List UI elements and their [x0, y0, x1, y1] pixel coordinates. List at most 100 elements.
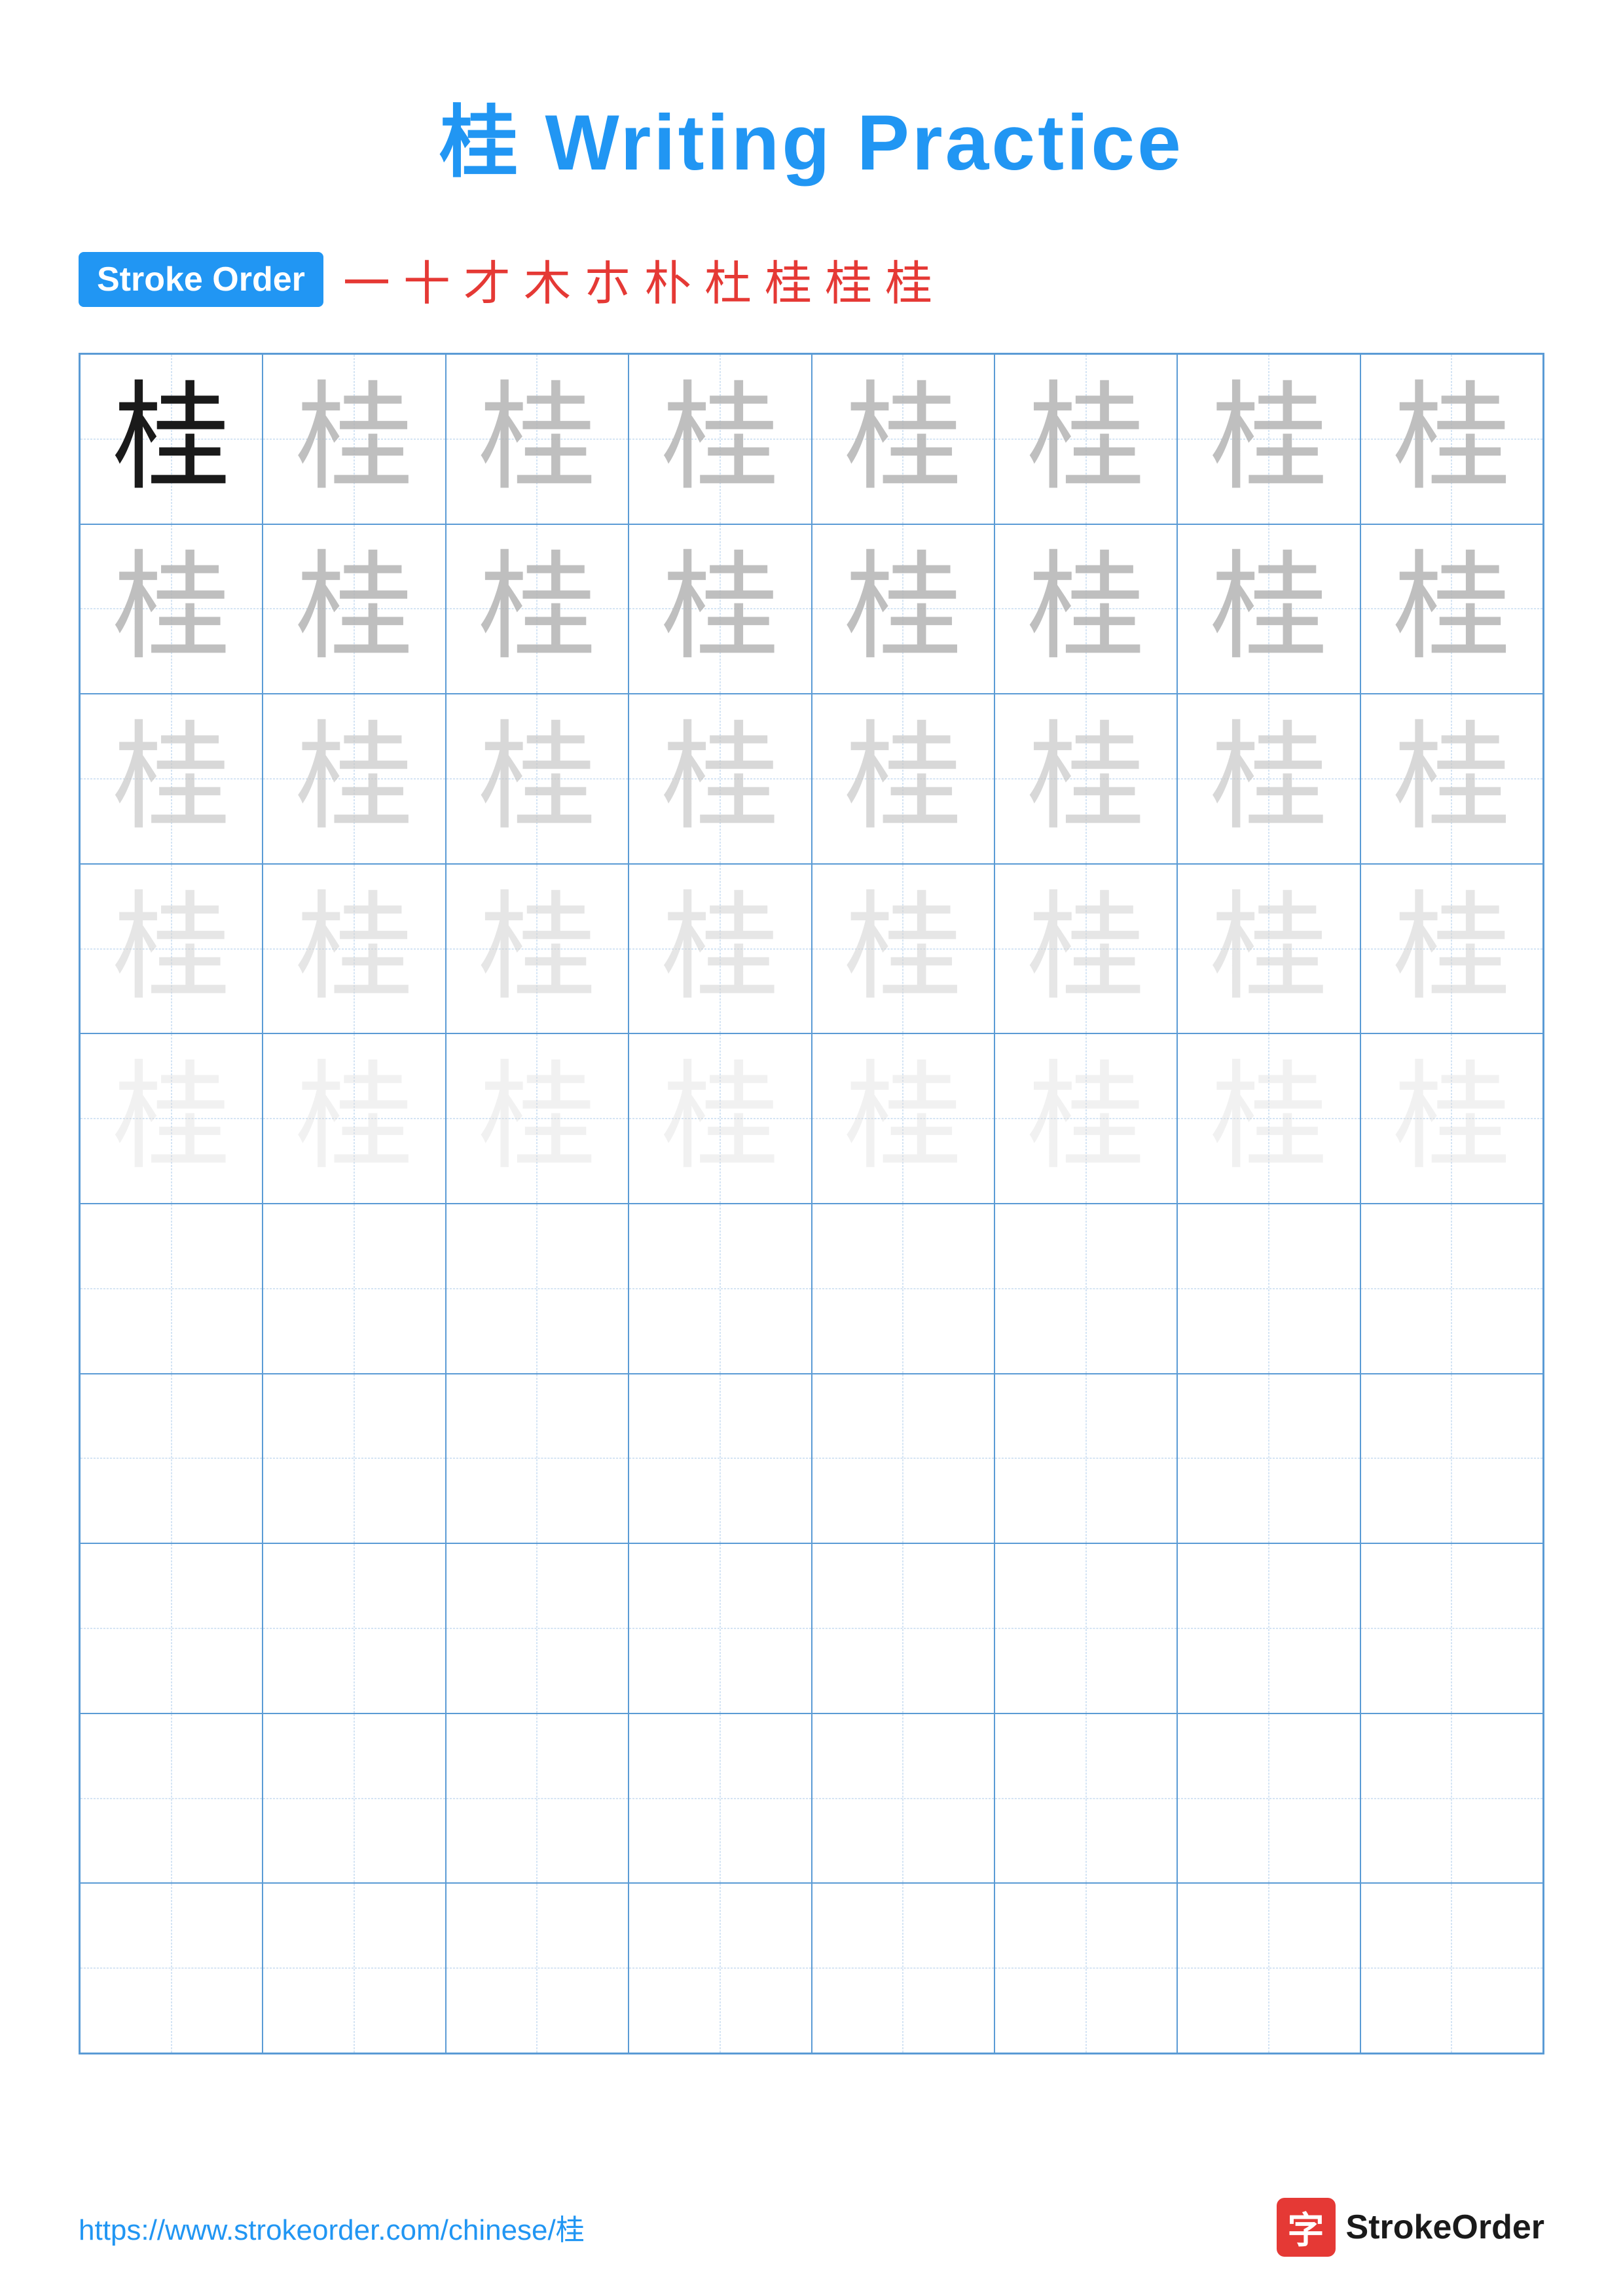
grid-cell-r6c7[interactable] — [1177, 1204, 1360, 1374]
char-display: 桂 — [661, 720, 779, 838]
grid-cell-r7c8[interactable] — [1360, 1374, 1543, 1544]
char-display: 桂 — [1027, 550, 1145, 668]
grid-cell-r7c6[interactable] — [994, 1374, 1177, 1544]
footer-logo-icon: 字 — [1277, 2198, 1336, 2257]
grid-cell-r9c5[interactable] — [812, 1713, 994, 1884]
grid-cell-r6c3[interactable] — [446, 1204, 629, 1374]
stroke-order-row: Stroke Order 一 十 才 木 朩 朴 杜 桂 桂 桂 — [79, 245, 1544, 314]
stroke-4: 木 — [524, 245, 571, 314]
grid-cell-r8c3[interactable] — [446, 1543, 629, 1713]
grid-cell-r4c7: 桂 — [1177, 864, 1360, 1034]
char-display: 桂 — [844, 380, 962, 498]
footer-url[interactable]: https://www.strokeorder.com/chinese/桂 — [79, 2206, 585, 2248]
char-display: 桂 — [1393, 1060, 1510, 1177]
grid-cell-r9c4[interactable] — [629, 1713, 811, 1884]
grid-cell-r1c8: 桂 — [1360, 354, 1543, 524]
grid-cell-r5c1: 桂 — [80, 1033, 263, 1204]
grid-cell-r6c1[interactable] — [80, 1204, 263, 1374]
grid-cell-r7c7[interactable] — [1177, 1374, 1360, 1544]
grid-cell-r7c1[interactable] — [80, 1374, 263, 1544]
grid-cell-r7c4[interactable] — [629, 1374, 811, 1544]
stroke-5: 朩 — [584, 245, 631, 314]
char-display: 桂 — [1027, 1060, 1145, 1177]
grid-cell-r3c8: 桂 — [1360, 694, 1543, 864]
char-display: 桂 — [1027, 720, 1145, 838]
grid-cell-r8c7[interactable] — [1177, 1543, 1360, 1713]
footer-logo: 字 StrokeOrder — [1277, 2198, 1544, 2257]
char-display: 桂 — [113, 890, 230, 1008]
grid-cell-r10c7[interactable] — [1177, 1883, 1360, 2053]
grid-cell-r8c1[interactable] — [80, 1543, 263, 1713]
stroke-sequence: 一 十 才 木 朩 朴 杜 桂 桂 桂 — [343, 245, 932, 314]
char-display: 桂 — [478, 380, 596, 498]
grid-cell-r5c5: 桂 — [812, 1033, 994, 1204]
char-display: 桂 — [844, 550, 962, 668]
stroke-1: 一 — [343, 245, 390, 314]
char-display: 桂 — [295, 890, 413, 1008]
grid-cell-r8c8[interactable] — [1360, 1543, 1543, 1713]
grid-cell-r1c3: 桂 — [446, 354, 629, 524]
grid-cell-r5c4: 桂 — [629, 1033, 811, 1204]
grid-cell-r4c8: 桂 — [1360, 864, 1543, 1034]
char-display: 桂 — [1027, 380, 1145, 498]
grid-cell-r10c2[interactable] — [263, 1883, 445, 2053]
grid-cell-r6c5[interactable] — [812, 1204, 994, 1374]
grid-cell-r6c6[interactable] — [994, 1204, 1177, 1374]
grid-cell-r2c1: 桂 — [80, 524, 263, 694]
grid-cell-r3c5: 桂 — [812, 694, 994, 864]
grid-cell-r10c8[interactable] — [1360, 1883, 1543, 2053]
grid-cell-r2c4: 桂 — [629, 524, 811, 694]
grid-cell-r1c6: 桂 — [994, 354, 1177, 524]
grid-cell-r1c2: 桂 — [263, 354, 445, 524]
stroke-7: 杜 — [704, 245, 752, 314]
grid-cell-r4c3: 桂 — [446, 864, 629, 1034]
grid-cell-r7c3[interactable] — [446, 1374, 629, 1544]
char-display: 桂 — [1393, 550, 1510, 668]
grid-cell-r10c6[interactable] — [994, 1883, 1177, 2053]
char-display: 桂 — [478, 550, 596, 668]
footer: https://www.strokeorder.com/chinese/桂 字 … — [79, 2198, 1544, 2257]
grid-cell-r3c1: 桂 — [80, 694, 263, 864]
grid-cell-r10c5[interactable] — [812, 1883, 994, 2053]
grid-cell-r6c2[interactable] — [263, 1204, 445, 1374]
char-display: 桂 — [661, 890, 779, 1008]
char-display: 桂 — [113, 380, 230, 498]
char-display: 桂 — [113, 1060, 230, 1177]
grid-cell-r2c6: 桂 — [994, 524, 1177, 694]
stroke-order-badge: Stroke Order — [79, 252, 323, 307]
grid-cell-r10c3[interactable] — [446, 1883, 629, 2053]
grid-cell-r9c1[interactable] — [80, 1713, 263, 1884]
grid-cell-r3c6: 桂 — [994, 694, 1177, 864]
char-display: 桂 — [1210, 550, 1328, 668]
grid-cell-r8c4[interactable] — [629, 1543, 811, 1713]
grid-cell-r8c5[interactable] — [812, 1543, 994, 1713]
char-display: 桂 — [478, 720, 596, 838]
grid-cell-r5c7: 桂 — [1177, 1033, 1360, 1204]
grid-cell-r4c2: 桂 — [263, 864, 445, 1034]
char-display: 桂 — [844, 1060, 962, 1177]
grid-cell-r8c2[interactable] — [263, 1543, 445, 1713]
char-display: 桂 — [113, 720, 230, 838]
page-title: 桂 Writing Practice — [79, 79, 1544, 192]
grid-cell-r5c3: 桂 — [446, 1033, 629, 1204]
grid-cell-r6c8[interactable] — [1360, 1204, 1543, 1374]
grid-cell-r7c2[interactable] — [263, 1374, 445, 1544]
grid-cell-r5c2: 桂 — [263, 1033, 445, 1204]
grid-cell-r4c5: 桂 — [812, 864, 994, 1034]
grid-cell-r9c3[interactable] — [446, 1713, 629, 1884]
grid-cell-r6c4[interactable] — [629, 1204, 811, 1374]
grid-cell-r1c4: 桂 — [629, 354, 811, 524]
grid-cell-r9c7[interactable] — [1177, 1713, 1360, 1884]
grid-cell-r10c1[interactable] — [80, 1883, 263, 2053]
grid-cell-r9c6[interactable] — [994, 1713, 1177, 1884]
grid-cell-r9c8[interactable] — [1360, 1713, 1543, 1884]
grid-cell-r2c3: 桂 — [446, 524, 629, 694]
stroke-3: 才 — [464, 245, 511, 314]
char-display: 桂 — [661, 550, 779, 668]
grid-cell-r7c5[interactable] — [812, 1374, 994, 1544]
char-display: 桂 — [844, 890, 962, 1008]
grid-cell-r9c2[interactable] — [263, 1713, 445, 1884]
grid-cell-r10c4[interactable] — [629, 1883, 811, 2053]
grid-cell-r8c6[interactable] — [994, 1543, 1177, 1713]
char-display: 桂 — [1393, 720, 1510, 838]
